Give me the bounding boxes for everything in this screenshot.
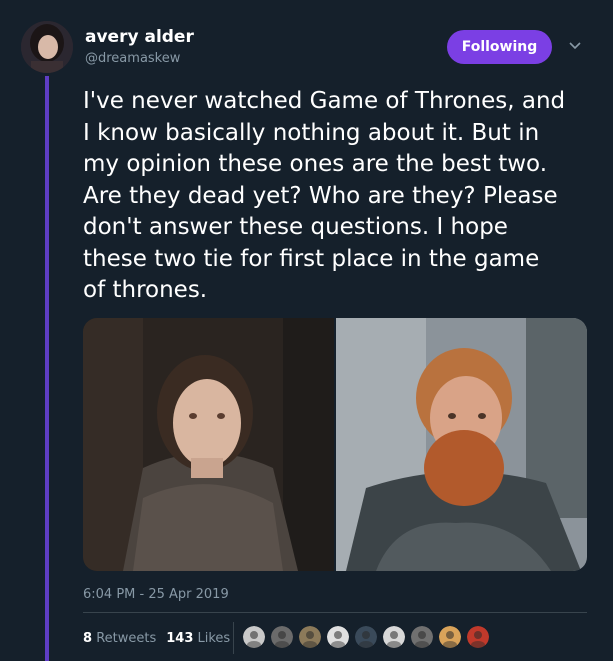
retweets-count: 8: [83, 631, 93, 646]
stats-separator: [233, 622, 234, 654]
tweet-stats: 8 Retweets 143 Likes: [83, 631, 230, 646]
likes-stat[interactable]: 143 Likes: [166, 631, 230, 646]
liker-avatar-4[interactable]: [327, 626, 349, 648]
media-photo-left[interactable]: [83, 318, 334, 571]
tweet-text: I've never watched Game of Thrones, and …: [83, 88, 566, 303]
tweet-timestamp[interactable]: 6:04 PM - 25 Apr 2019: [83, 587, 229, 602]
thread-line: [45, 76, 49, 661]
divider: [83, 612, 587, 613]
liker-avatar-7[interactable]: [411, 626, 433, 648]
liker-avatar-9[interactable]: [467, 626, 489, 648]
likes-count: 143: [166, 631, 194, 646]
retweets-label: Retweets: [96, 631, 157, 646]
retweets-stat[interactable]: 8 Retweets: [83, 631, 156, 646]
likes-label: Likes: [197, 631, 231, 646]
author-display-name[interactable]: avery alder: [85, 27, 194, 47]
following-button[interactable]: Following: [447, 30, 552, 64]
liker-avatar-6[interactable]: [383, 626, 405, 648]
chevron-down-icon[interactable]: [567, 38, 583, 54]
liker-avatar-5[interactable]: [355, 626, 377, 648]
liker-avatars: [243, 626, 489, 648]
media-photo-right[interactable]: [336, 318, 587, 571]
liker-avatar-8[interactable]: [439, 626, 461, 648]
liker-avatar-3[interactable]: [299, 626, 321, 648]
liker-avatar-2[interactable]: [271, 626, 293, 648]
liker-avatar-1[interactable]: [243, 626, 265, 648]
author-avatar[interactable]: [21, 21, 73, 73]
author-handle[interactable]: @dreamaskew: [85, 51, 180, 66]
tweet-media[interactable]: [83, 318, 587, 571]
